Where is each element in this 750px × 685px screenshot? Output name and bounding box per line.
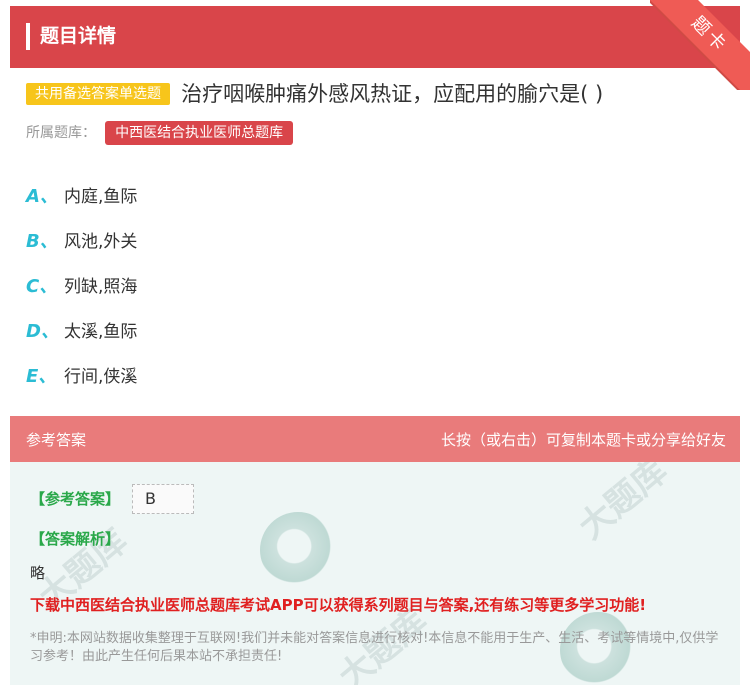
option-text: 内庭,鱼际 — [64, 187, 138, 207]
options-list: A、 内庭,鱼际 B、 风池,外关 C、 列缺,照海 D、 太溪,鱼际 E、 行… — [26, 172, 137, 397]
analysis-text: 略 — [30, 564, 46, 582]
answer-label: 【参考答案】 — [30, 490, 121, 508]
page-header: 题目详情 — [10, 6, 740, 68]
option-letter: D、 — [26, 320, 59, 342]
library-row: 所属题库： 中西医结合执业医师总题库 — [26, 120, 294, 146]
analysis-label: 【答案解析】 — [30, 530, 121, 548]
option-text: 列缺,照海 — [64, 277, 138, 297]
question-card-badge[interactable]: 题卡 — [650, 0, 750, 90]
watermark-text: 大题库 — [571, 462, 676, 548]
download-app-link[interactable]: 下载中西医结合执业医师总题库考试APP可以获得系列题目与答案,还有练习等更多学习… — [30, 594, 646, 615]
option-a[interactable]: A、 内庭,鱼际 — [26, 172, 137, 217]
share-hint: 长按（或右击）可复制本题卡或分享给好友 — [440, 431, 726, 449]
answer-section-header: 参考答案 长按（或右击）可复制本题卡或分享给好友 — [10, 416, 740, 462]
option-text: 行间,侠溪 — [64, 367, 138, 387]
answer-section-body: 大题库 大题库 大题库 【参考答案】 B 【答案解析】 略 下载中西医结合执业医… — [10, 462, 740, 685]
answer-section-title: 参考答案 — [26, 431, 87, 449]
option-letter: A、 — [26, 185, 58, 207]
option-d[interactable]: D、 太溪,鱼际 — [26, 307, 137, 352]
option-text: 风池,外关 — [64, 232, 138, 252]
option-c[interactable]: C、 列缺,照海 — [26, 262, 137, 307]
library-link[interactable]: 中西医结合执业医师总题库 — [105, 121, 294, 145]
header-accent-bar — [26, 23, 30, 50]
page-title: 题目详情 — [40, 25, 117, 47]
option-letter: B、 — [26, 230, 58, 252]
badge-label: 题卡 — [650, 0, 750, 90]
disclaimer-text: *申明:本网站数据收集整理于互联网!我们并未能对答案信息进行核对!本信息不能用于… — [30, 631, 719, 664]
option-e[interactable]: E、 行间,侠溪 — [26, 352, 137, 397]
question-text: 治疗咽喉肿痛外感风热证，应配用的腧穴是( ) — [181, 82, 604, 106]
option-letter: C、 — [26, 275, 58, 297]
option-b[interactable]: B、 风池,外关 — [26, 217, 137, 262]
library-label: 所属题库： — [26, 125, 96, 141]
question-block: 共用备选答案单选题 治疗咽喉肿痛外感风热证，应配用的腧穴是( ) — [26, 78, 726, 110]
option-letter: E、 — [26, 365, 57, 387]
answer-value: B — [132, 484, 194, 514]
question-type-tag: 共用备选答案单选题 — [26, 83, 170, 105]
option-text: 太溪,鱼际 — [64, 322, 138, 342]
watermark-logo-icon — [260, 512, 336, 588]
